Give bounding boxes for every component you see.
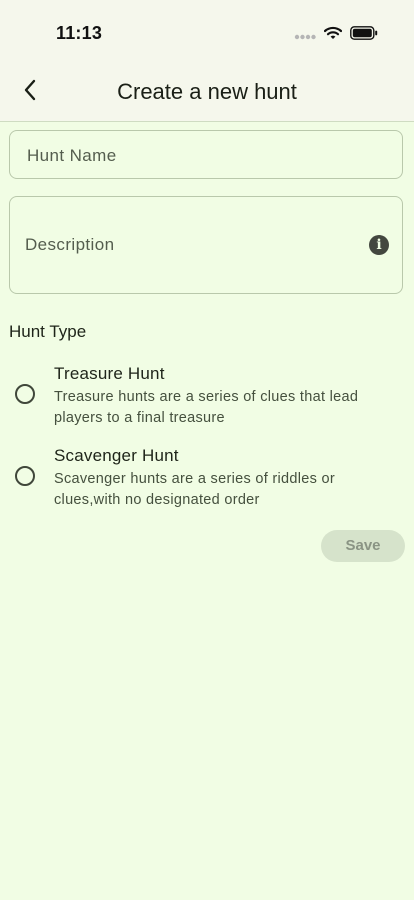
treasure-hunt-title: Treasure Hunt [54,364,165,383]
status-time: 11:13 [56,23,103,43]
status-bar: 11:13 [0,0,414,68]
info-icon[interactable]: i [369,235,389,255]
save-button[interactable]: Save [321,530,405,562]
scavenger-hunt-title: Scavenger Hunt [54,446,179,465]
scavenger-hunt-radio[interactable] [15,466,35,486]
hunt-name-input[interactable] [25,145,369,167]
treasure-hunt-option[interactable]: Treasure Hunt Treasure hunts are a serie… [0,362,414,432]
scavenger-hunt-description: Scavenger hunts are a series of riddles … [54,471,335,508]
hunt-name-field[interactable] [9,130,403,179]
app-bar: Create a new hunt [0,68,414,122]
battery-icon [350,26,378,45]
treasure-hunt-description: Treasure hunts are a series of clues tha… [54,389,359,426]
description-input[interactable] [25,235,365,257]
cellular-dots-icon [294,27,316,45]
treasure-hunt-radio[interactable] [15,384,35,404]
hunt-type-label: Hunt Type [9,322,87,341]
description-field[interactable]: i [9,196,403,294]
page-title: Create a new hunt [117,79,297,104]
status-icons [294,26,378,45]
scavenger-hunt-option[interactable]: Scavenger Hunt Scavenger hunts are a ser… [0,444,414,514]
wifi-icon [323,26,343,45]
